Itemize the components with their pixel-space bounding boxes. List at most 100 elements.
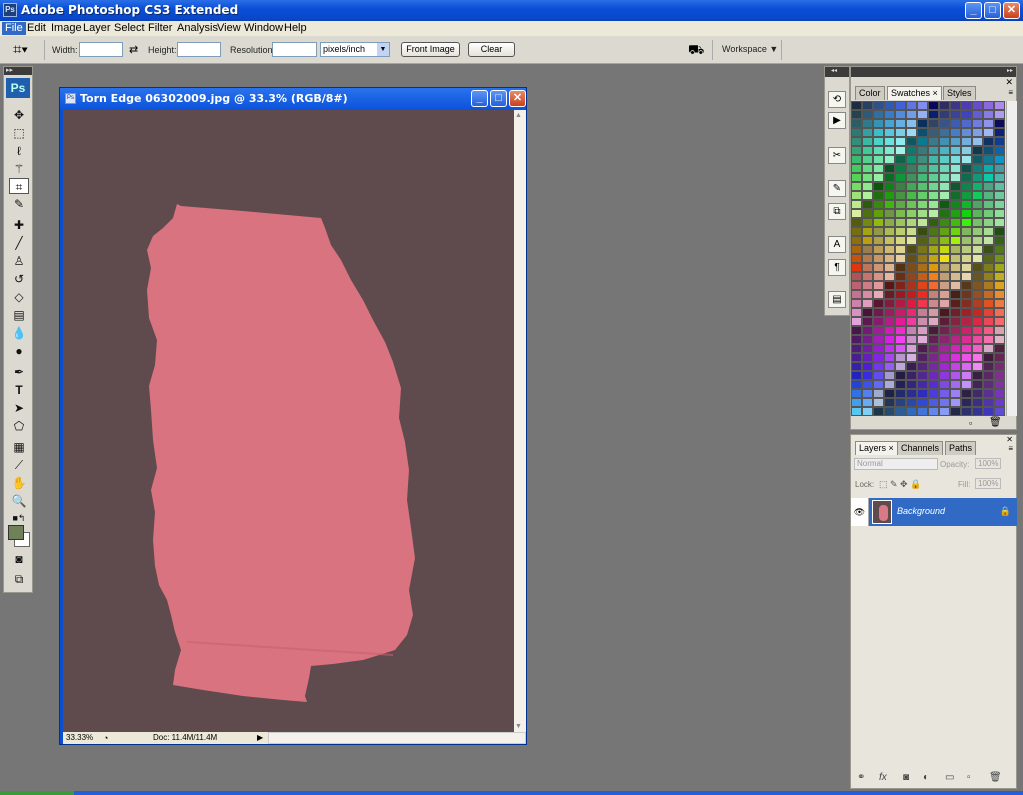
swatch[interactable] [917,191,928,200]
swatch[interactable] [851,308,862,317]
swatch[interactable] [851,218,862,227]
swatch[interactable] [983,281,994,290]
swatch[interactable] [961,254,972,263]
healing-brush-icon[interactable]: ✚ [9,217,29,233]
eraser-icon[interactable]: ◇ [9,289,29,305]
swatch[interactable] [873,362,884,371]
swatch[interactable] [906,362,917,371]
swatch[interactable] [950,119,961,128]
swatch[interactable] [950,191,961,200]
swatch[interactable] [862,164,873,173]
swatch[interactable] [906,326,917,335]
swatch[interactable] [851,110,862,119]
swatch[interactable] [906,245,917,254]
swatch-grid[interactable] [851,101,1005,416]
swatch[interactable] [884,344,895,353]
swatch[interactable] [994,227,1005,236]
swatch[interactable] [895,398,906,407]
swatch[interactable] [961,155,972,164]
history-brush-icon[interactable]: ↺ [9,271,29,287]
swatch[interactable] [950,245,961,254]
move-icon[interactable]: ✥ [9,107,29,123]
swatch[interactable] [961,137,972,146]
character-panel-icon[interactable]: A [828,236,846,253]
swatch[interactable] [906,164,917,173]
swatch[interactable] [994,290,1005,299]
swatch[interactable] [939,245,950,254]
swatch[interactable] [873,227,884,236]
swatch[interactable] [939,371,950,380]
swap-dimensions-icon[interactable]: ⇄ [129,43,138,56]
swatch[interactable] [961,380,972,389]
brush-icon[interactable]: ╱ [9,235,29,251]
swatch[interactable] [862,137,873,146]
swatch[interactable] [994,245,1005,254]
swatch[interactable] [983,155,994,164]
swatch[interactable] [961,218,972,227]
swatch[interactable] [895,299,906,308]
horizontal-scrollbar[interactable] [268,732,526,744]
swatch[interactable] [939,164,950,173]
start-button[interactable] [0,791,74,795]
swatch[interactable] [994,335,1005,344]
swatch[interactable] [862,389,873,398]
swatch[interactable] [939,290,950,299]
swatch[interactable] [928,362,939,371]
swatch[interactable] [851,173,862,182]
swatch[interactable] [950,209,961,218]
swatch[interactable] [961,110,972,119]
swatch[interactable] [983,146,994,155]
swatch[interactable] [983,227,994,236]
swatch[interactable] [862,380,873,389]
swatch[interactable] [983,128,994,137]
swatch[interactable] [917,380,928,389]
swatch[interactable] [950,128,961,137]
tab-paths[interactable]: Paths [945,441,977,455]
swatch[interactable] [917,164,928,173]
swatch[interactable] [972,191,983,200]
swatch[interactable] [851,236,862,245]
swatch[interactable] [884,101,895,110]
collapse-dock-icon[interactable]: ◂◂ [825,67,849,77]
swatch[interactable] [884,254,895,263]
swatch[interactable] [884,110,895,119]
layer-mask-icon[interactable]: ◙ [903,772,909,783]
swatch[interactable] [961,245,972,254]
swatch[interactable] [895,218,906,227]
swatch[interactable] [961,101,972,110]
swatch[interactable] [994,317,1005,326]
type-icon[interactable]: T [9,382,29,398]
swatch[interactable] [939,353,950,362]
swatch[interactable] [994,155,1005,164]
notes-icon[interactable]: ▦ [9,439,29,455]
swatch[interactable] [917,308,928,317]
swatch[interactable] [873,398,884,407]
swatch[interactable] [851,146,862,155]
swatch[interactable] [873,344,884,353]
swatch[interactable] [884,389,895,398]
swatch[interactable] [961,272,972,281]
swatch[interactable] [862,362,873,371]
width-input[interactable] [79,42,123,57]
swatch[interactable] [862,299,873,308]
swatch[interactable] [884,218,895,227]
swatch[interactable] [972,218,983,227]
swatch[interactable] [939,209,950,218]
swatch[interactable] [917,119,928,128]
swatch[interactable] [917,155,928,164]
swatch[interactable] [873,299,884,308]
swatch[interactable] [972,110,983,119]
swatch[interactable] [972,272,983,281]
swatch[interactable] [983,110,994,119]
swatch[interactable] [917,182,928,191]
swatch[interactable] [917,317,928,326]
swatch[interactable] [862,407,873,416]
pen-icon[interactable]: ✒ [9,364,29,380]
swatch[interactable] [972,308,983,317]
swatch[interactable] [972,326,983,335]
swatch[interactable] [851,191,862,200]
swatch[interactable] [928,380,939,389]
swatch[interactable] [895,308,906,317]
swatch[interactable] [851,272,862,281]
swatch[interactable] [862,245,873,254]
